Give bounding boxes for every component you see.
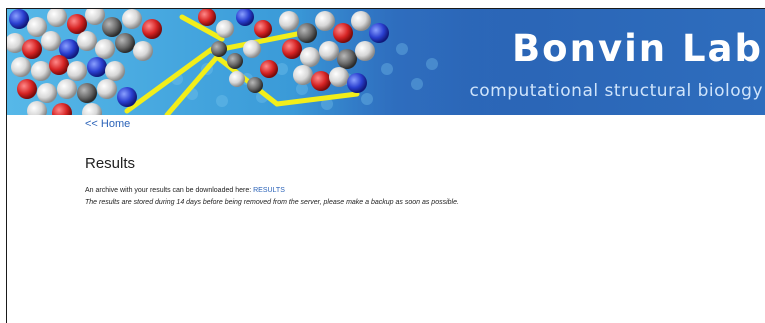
archive-text: An archive with your results can be down… [85, 187, 254, 194]
retention-notice: The results are stored during 14 days be… [85, 199, 459, 206]
page-frame: Bonvin Lab computational structural biol… [6, 8, 765, 323]
archive-message: An archive with your results can be down… [85, 187, 285, 194]
header-banner: Bonvin Lab computational structural biol… [7, 9, 765, 115]
banner-title: Bonvin Lab [511, 27, 763, 70]
home-link[interactable]: << Home [85, 118, 130, 130]
results-download-link[interactable]: RESULTS [253, 187, 285, 194]
page-title: Results [85, 155, 136, 172]
banner-subtitle: computational structural biology [469, 81, 763, 101]
